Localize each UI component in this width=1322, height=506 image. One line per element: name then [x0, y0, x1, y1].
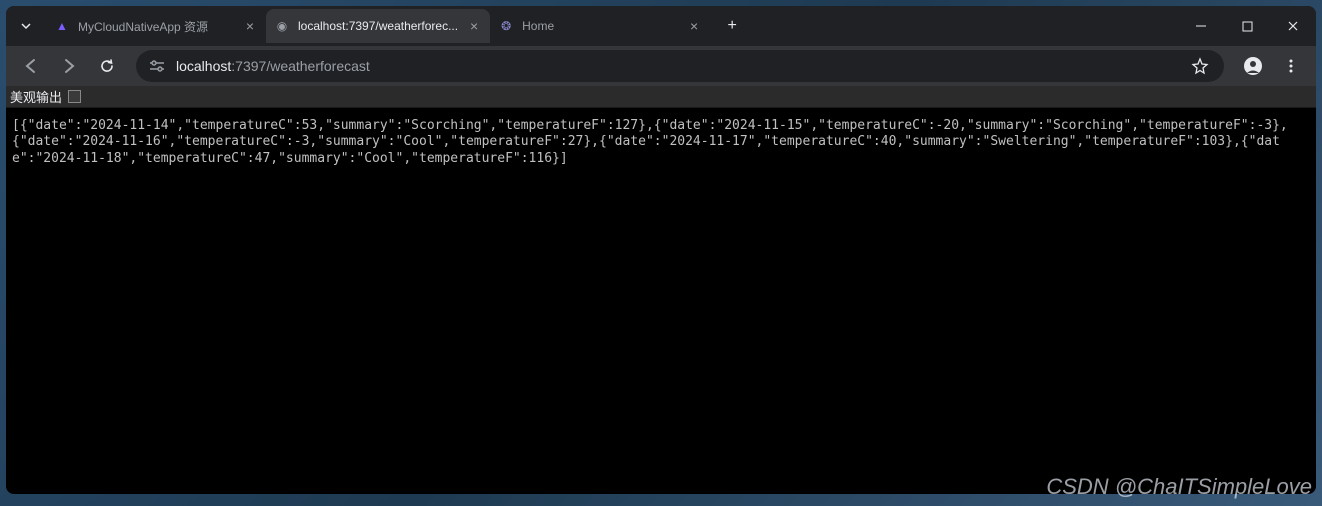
menu-button[interactable]: [1274, 49, 1308, 83]
arrow-left-icon: [22, 57, 40, 75]
window-controls: [1178, 6, 1316, 46]
kebab-icon: [1283, 58, 1299, 74]
chevron-down-icon: [20, 20, 32, 32]
spiral-icon: ❂: [498, 18, 514, 34]
tune-icon: [148, 58, 166, 74]
close-icon[interactable]: ×: [686, 18, 702, 34]
url-port: :7397: [231, 58, 266, 74]
json-response-body[interactable]: [{"date":"2024-11-14","temperatureC":53,…: [6, 108, 1316, 177]
tab-title: MyCloudNativeApp 资源: [78, 18, 234, 35]
minimize-icon: [1195, 20, 1207, 32]
tab-1[interactable]: ◉ localhost:7397/weatherforec... ×: [266, 9, 490, 43]
address-bar[interactable]: localhost:7397/weatherforecast: [136, 50, 1224, 82]
url-path: /weatherforecast: [266, 58, 370, 74]
tab-2[interactable]: ❂ Home ×: [490, 9, 710, 43]
pretty-print-bar: 美观输出: [6, 86, 1316, 108]
minimize-button[interactable]: [1178, 6, 1224, 46]
tab-0[interactable]: ▲ MyCloudNativeApp 资源 ×: [46, 9, 266, 43]
arrow-right-icon: [60, 57, 78, 75]
url-host: localhost: [176, 58, 231, 74]
reload-icon: [98, 57, 116, 75]
page-content: 美观输出 [{"date":"2024-11-14","temperatureC…: [6, 86, 1316, 494]
pretty-print-label: 美观输出: [10, 87, 62, 106]
star-icon: [1191, 57, 1209, 75]
close-icon[interactable]: ×: [242, 18, 258, 34]
back-button[interactable]: [14, 49, 48, 83]
globe-icon: ◉: [274, 18, 290, 34]
close-icon: [1287, 20, 1299, 32]
site-info-button[interactable]: [148, 58, 166, 74]
close-button[interactable]: [1270, 6, 1316, 46]
tab-bar: ▲ MyCloudNativeApp 资源 × ◉ localhost:7397…: [6, 6, 1316, 46]
tab-title: Home: [522, 19, 678, 33]
maximize-button[interactable]: [1224, 6, 1270, 46]
bookmark-button[interactable]: [1188, 57, 1212, 75]
maximize-icon: [1242, 21, 1253, 32]
pretty-print-checkbox[interactable]: [68, 90, 81, 103]
profile-button[interactable]: [1236, 49, 1270, 83]
tab-title: localhost:7397/weatherforec...: [298, 19, 458, 33]
close-icon[interactable]: ×: [466, 18, 482, 34]
browser-window: ▲ MyCloudNativeApp 资源 × ◉ localhost:7397…: [6, 6, 1316, 494]
tab-search-dropdown[interactable]: [14, 14, 38, 38]
toolbar: localhost:7397/weatherforecast: [6, 46, 1316, 86]
reload-button[interactable]: [90, 49, 124, 83]
forward-button[interactable]: [52, 49, 86, 83]
avatar-icon: [1243, 56, 1263, 76]
url-text: localhost:7397/weatherforecast: [176, 58, 1178, 74]
app-icon: ▲: [54, 18, 70, 34]
new-tab-button[interactable]: +: [718, 12, 746, 40]
